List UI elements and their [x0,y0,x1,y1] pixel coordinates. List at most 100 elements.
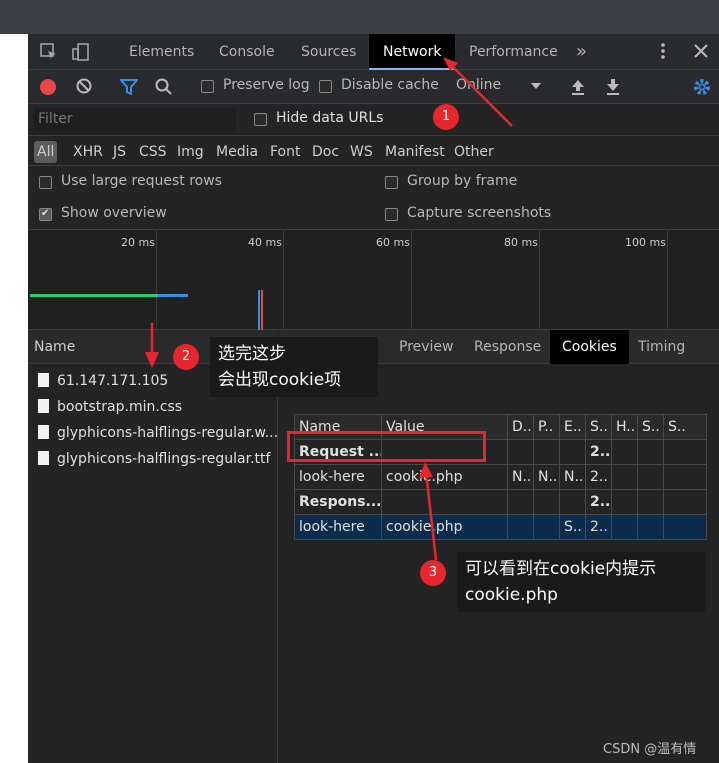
timeline-marker-load [261,290,263,330]
more-tabs-icon[interactable]: » [576,34,587,70]
browser-top-bar [0,0,719,34]
clear-icon[interactable] [76,78,92,98]
note-line: 可以看到在cookie内提示 [465,559,657,579]
show-overview-checkbox[interactable] [39,208,52,221]
column-header-httponly[interactable]: H.. [611,414,638,440]
document-file-icon [38,425,49,439]
type-filter-other[interactable]: Other [454,141,494,163]
cookie-name: look-here [294,514,382,540]
panel-tabs-bar: Elements Console Sources Network Perform… [28,34,719,70]
type-filter-manifest[interactable]: Manifest [385,141,445,163]
cookie-domain: N.. [507,464,534,490]
note-line: 会出现cookie项 [218,370,342,390]
filter-row: Hide data URLs [28,104,719,136]
timeline-tick-label: 80 ms [504,236,538,249]
cookie-size: 2.. [585,464,612,490]
tab-preview[interactable]: Preview [399,330,454,364]
type-filter-img[interactable]: Img [177,141,204,163]
tab-performance[interactable]: Performance [469,34,558,70]
type-filter-all[interactable]: All [34,141,58,163]
tab-network[interactable]: Network [369,34,456,70]
note-line: 选完这步 [218,344,286,364]
group-by-frame-label: Group by frame [407,173,518,189]
tab-timing[interactable]: Timing [638,330,685,364]
timeline-bar-download [158,294,188,297]
column-header-domain[interactable]: D.. [507,414,534,440]
timeline-gridline [411,230,412,330]
cookie-row[interactable]: look-here cookie.php N.. N.. N.. 2.. [294,464,707,490]
large-rows-checkbox[interactable] [39,176,52,189]
type-filter-doc[interactable]: Doc [312,141,339,163]
column-header-secure[interactable]: S.. [637,414,664,440]
column-header-path[interactable]: P.. [533,414,560,440]
cookie-value: cookie.php [381,464,508,490]
download-har-icon[interactable] [605,78,621,100]
request-name: glyphicons-halflings-regular.w... [57,425,278,441]
large-rows-label: Use large request rows [61,173,222,189]
devtools-panel: Elements Console Sources Network Perform… [28,34,719,763]
tab-response[interactable]: Response [474,330,541,364]
close-devtools-icon[interactable] [693,43,709,62]
timeline-gridline [539,230,540,330]
tab-cookies[interactable]: Cookies [550,330,629,364]
chevron-down-icon[interactable] [531,83,541,89]
timeline-gridline [283,230,284,330]
cookie-path: N.. [533,464,560,490]
timeline-gridline [667,230,668,330]
type-filter-font[interactable]: Font [270,141,300,163]
group-size: 2.. [585,439,612,465]
settings-gear-icon[interactable] [692,77,712,101]
record-icon[interactable] [40,79,56,95]
request-row-font[interactable]: glyphicons-halflings-regular.ttf [28,446,278,472]
type-filter-js[interactable]: JS [113,141,126,163]
type-filter-xhr[interactable]: XHR [73,141,103,163]
preserve-log-checkbox[interactable] [201,80,214,93]
timeline-overview[interactable]: 20 ms 40 ms 60 ms 80 ms 100 ms [28,230,719,330]
cookie-row-selected[interactable]: look-here cookie.php S.. 2.. [294,514,707,540]
tab-elements[interactable]: Elements [129,34,194,70]
step-badge-2: 2 [173,344,199,370]
tab-console[interactable]: Console [219,34,275,70]
timeline-tick-label: 40 ms [248,236,282,249]
filter-icon[interactable] [118,79,140,99]
preserve-log-label: Preserve log [223,77,310,93]
note-line: cookie.php [465,585,558,605]
cookie-value: cookie.php [381,514,508,540]
group-size: 2.. [585,489,612,515]
type-filter-ws[interactable]: WS [350,141,373,163]
upload-har-icon[interactable] [570,78,586,100]
disable-cache-checkbox[interactable] [319,80,332,93]
network-toolbar: Preserve log Disable cache Online [28,70,719,104]
document-file-icon [38,399,49,413]
request-name: 61.147.171.105 [57,373,169,389]
capture-screenshots-label: Capture screenshots [407,205,552,221]
request-row-font[interactable]: glyphicons-halflings-regular.w... [28,420,278,446]
timeline-tick-label: 20 ms [121,236,155,249]
step-badge-1: 1 [433,104,459,130]
column-header-samesite[interactable]: S.. [663,414,707,440]
annotation-note-step3: 可以看到在cookie内提示 cookie.php [457,552,705,612]
capture-screenshots-checkbox[interactable] [385,208,398,221]
hide-data-urls-label: Hide data URLs [276,110,384,126]
timeline-tick-label: 100 ms [625,236,666,249]
filter-input[interactable] [34,108,236,130]
column-header-size[interactable]: S.. [585,414,612,440]
kebab-menu-icon[interactable] [660,42,666,63]
throttling-select[interactable]: Online [456,77,501,93]
request-row-stylesheet[interactable]: bootstrap.min.css [28,394,278,420]
cookie-expires: S.. [559,514,586,540]
group-label: Respons... [294,489,382,515]
device-toolbar-icon[interactable] [72,43,90,64]
show-overview-label: Show overview [61,205,167,221]
tab-sources[interactable]: Sources [301,34,356,70]
type-filter-media[interactable]: Media [216,141,258,163]
request-name: glyphicons-halflings-regular.ttf [57,451,271,467]
page-viewport [0,34,28,763]
group-by-frame-checkbox[interactable] [385,176,398,189]
column-header-expires[interactable]: E.. [559,414,586,440]
hide-data-urls-checkbox[interactable] [254,113,267,126]
timeline-bar-waiting [30,294,158,297]
type-filter-css[interactable]: CSS [139,141,167,163]
inspect-element-icon[interactable] [40,43,58,64]
search-icon[interactable] [155,78,173,100]
